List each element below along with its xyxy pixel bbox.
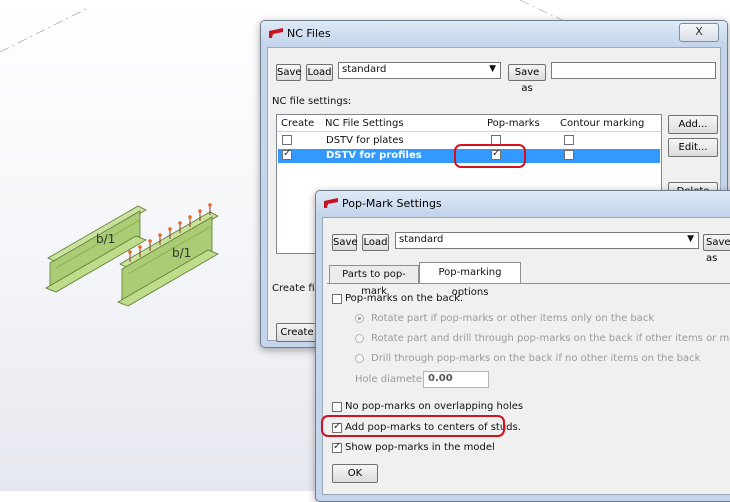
drill-through-label: Drill through pop-marks on the back if n… [371, 353, 701, 364]
pop-mark-client: Save Load standard ▼ Save as Parts to po… [322, 217, 730, 495]
tekla-logo-icon [269, 28, 283, 38]
create-checkbox[interactable] [282, 135, 292, 145]
ok-button[interactable]: OK [332, 464, 378, 483]
drill-through-radio[interactable] [355, 354, 364, 363]
overlap-label: No pop-marks on overlapping holes [345, 401, 524, 412]
load-button[interactable]: Load [306, 64, 333, 81]
chevron-down-icon: ▼ [489, 64, 496, 74]
preset-combo[interactable]: standard ▼ [395, 232, 699, 249]
rotate-drill-radio[interactable] [355, 334, 364, 343]
rotate-part-radio[interactable] [355, 314, 364, 323]
preset-value: standard [342, 64, 387, 75]
popmark-highlight [454, 144, 526, 168]
nc-files-title: NC Files [287, 27, 331, 40]
col-header-popmarks[interactable]: Pop-marks [487, 118, 540, 129]
pop-mark-dialog: Pop-Mark Settings Save Load standard ▼ S… [315, 190, 730, 502]
grid-line [0, 7, 89, 53]
beam-2-label: b/1 [172, 246, 192, 260]
create-button[interactable]: Create [276, 323, 318, 342]
chevron-down-icon: ▼ [687, 234, 694, 244]
tab-parts-to-pop-mark[interactable]: Parts to pop-mark [329, 265, 419, 297]
pop-mark-titlebar[interactable]: Pop-Mark Settings [316, 191, 730, 215]
back-popmarks-checkbox[interactable] [332, 294, 342, 304]
col-header-settings[interactable]: NC File Settings [325, 118, 404, 129]
save-button[interactable]: Save [276, 64, 302, 81]
contour-checkbox[interactable] [564, 135, 574, 145]
show-popmarks-label: Show pop-marks in the model [345, 442, 495, 453]
close-button[interactable]: X [679, 23, 719, 42]
create-checkbox[interactable] [282, 148, 292, 160]
hole-diameter-label: Hole diameter [355, 374, 427, 385]
rotate-drill-label: Rotate part and drill through pop-marks … [371, 333, 730, 344]
preset-value: standard [399, 234, 444, 245]
edit-button[interactable]: Edit... [668, 138, 718, 157]
preset-combo[interactable]: standard ▼ [338, 62, 501, 79]
col-header-contour[interactable]: Contour marking [560, 118, 644, 129]
nc-settings-label: NC file settings: [272, 96, 352, 107]
col-header-create[interactable]: Create [281, 118, 314, 129]
contour-checkbox[interactable] [564, 150, 574, 160]
add-button[interactable]: Add... [668, 115, 718, 134]
nc-files-titlebar[interactable]: NC Files X [261, 21, 727, 45]
tekla-logo-icon [324, 198, 338, 208]
row-name: DSTV for plates [326, 135, 404, 146]
save-button[interactable]: Save [332, 234, 358, 251]
back-popmarks-label: Pop-marks on the back. [345, 293, 464, 304]
show-popmarks-checkbox[interactable] [332, 441, 342, 453]
studs-highlight [321, 415, 505, 437]
hole-diameter-input[interactable]: 0.00 [423, 371, 489, 388]
rotate-part-label: Rotate part if pop-marks or other items … [371, 313, 655, 324]
save-as-button[interactable]: Save as [508, 64, 546, 94]
pop-mark-title: Pop-Mark Settings [342, 197, 442, 210]
tab-pop-marking-options[interactable]: Pop-marking options [419, 262, 521, 298]
beam-1-label: b/1 [96, 232, 116, 246]
load-button[interactable]: Load [362, 234, 389, 251]
save-as-button[interactable]: Save as [703, 234, 730, 264]
overlap-checkbox[interactable] [332, 402, 342, 412]
row-name: DSTV for profiles [326, 150, 422, 161]
save-as-input[interactable] [551, 62, 716, 79]
